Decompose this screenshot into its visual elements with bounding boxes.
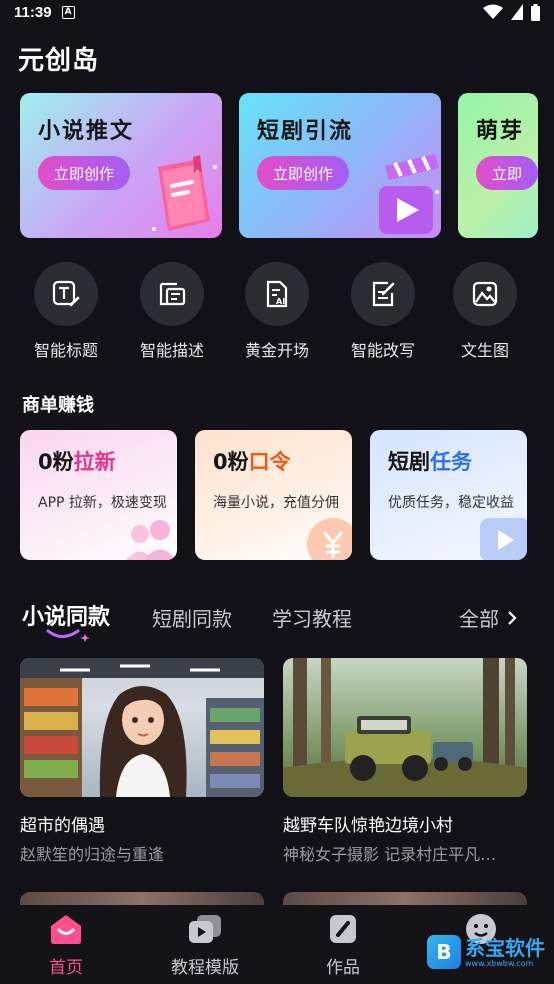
card-title: 越野车队惊艳边境小村: [283, 816, 453, 836]
earn-section-title: 商单赚钱: [22, 395, 94, 416]
supermarket-girl-illustration: [20, 658, 264, 797]
ai-doc-icon: AI: [266, 280, 288, 308]
nav-label: 教程模版: [171, 958, 239, 978]
cellular-icon: [511, 4, 523, 20]
tool-label: 黄金开场: [244, 341, 309, 360]
chevron-right-icon: [508, 610, 517, 625]
card-title: 超市的偶遇: [20, 816, 105, 836]
tool-smart-describe[interactable]: 智能描述: [127, 262, 217, 361]
svg-text:AI: AI: [276, 297, 285, 306]
app-title: 元创岛: [18, 46, 100, 76]
card-thumbnail: [20, 658, 264, 797]
nav-tutorial-template[interactable]: 教程模版: [155, 913, 255, 978]
tab-tutorials[interactable]: 学习教程: [272, 603, 352, 632]
watermark-text: 系宝软件: [465, 935, 545, 960]
tool-text-to-image[interactable]: 文生图: [440, 262, 530, 361]
rewrite-icon: [372, 281, 395, 307]
play-template-icon: [189, 915, 221, 943]
offroad-convoy-illustration: [283, 658, 527, 797]
nav-label: 作品: [326, 958, 360, 978]
create-now-button[interactable]: 立即创作: [38, 156, 131, 190]
earn-title-prefix: 0粉: [213, 450, 249, 474]
card-subtitle: 赵默笙的归途与重逢: [20, 845, 165, 864]
works-icon: [330, 915, 356, 943]
title-edit-icon: [52, 280, 80, 307]
earn-card-title: 短剧任务: [388, 446, 472, 476]
earn-title-highlight: 任务: [430, 450, 472, 474]
watermark: B 系宝软件 www.xbwbw.com: [427, 935, 545, 969]
describe-icon: [159, 282, 186, 306]
banner-sprout[interactable]: 萌芽 立即: [458, 93, 538, 238]
clapper-play-illustration-icon: [379, 154, 439, 234]
earn-title-prefix: 短剧: [388, 450, 430, 474]
nav-home[interactable]: 首页: [16, 913, 116, 978]
create-now-button[interactable]: 立即: [476, 156, 538, 190]
card-thumbnail: [283, 658, 527, 797]
banner-novel[interactable]: 小说推文 立即创作: [20, 93, 222, 238]
watermark-url: www.xbwbw.com: [465, 958, 534, 968]
tool-smart-title[interactable]: 智能标题: [21, 262, 111, 361]
earn-title-highlight: 拉新: [73, 450, 116, 474]
yuan-coin-icon: [307, 518, 352, 560]
tool-circle: [453, 262, 517, 326]
status-bar: 11:39 A: [0, 0, 554, 24]
watermark-text-group: 系宝软件 www.xbwbw.com: [465, 937, 545, 968]
banner-title: 短剧引流: [257, 119, 354, 144]
earn-card-title: 0粉拉新: [38, 446, 116, 476]
watermark-logo-icon: B: [427, 935, 461, 969]
tool-golden-opening[interactable]: AI 黄金开场: [232, 262, 322, 361]
view-all-link[interactable]: 全部: [459, 603, 517, 632]
earn-title-prefix: 0粉: [38, 450, 74, 474]
active-tab-indicator: [46, 629, 90, 642]
tool-label: 智能描述: [139, 341, 204, 360]
banner-drama[interactable]: 短剧引流 立即创作: [239, 93, 441, 238]
tab-drama-same[interactable]: 短剧同款: [152, 603, 232, 632]
earn-card-desc: 优质任务，稳定收益: [388, 495, 514, 511]
tool-circle: AI: [245, 262, 309, 326]
earn-card-title: 0粉口令: [213, 446, 291, 476]
tool-circle: [140, 262, 204, 326]
content-card[interactable]: 超市的偶遇 赵默笙的归途与重逢: [20, 658, 264, 865]
tab-novel-same[interactable]: 小说同款: [22, 599, 110, 631]
view-all-label: 全部: [459, 607, 499, 631]
earn-card-desc: 海量小说，充值分佣: [213, 495, 339, 511]
tool-label: 智能改写: [350, 341, 415, 360]
earn-card-pull-new[interactable]: 0粉拉新 APP 拉新，极速变现: [20, 430, 177, 560]
nav-label: 首页: [49, 958, 83, 978]
battery-icon: [531, 3, 540, 21]
play-card-icon: [480, 518, 527, 560]
create-now-button[interactable]: 立即创作: [257, 156, 350, 190]
earn-card-password[interactable]: 0粉口令 海量小说，充值分佣: [195, 430, 352, 560]
tool-circle: [351, 262, 415, 326]
book-illustration-icon: [152, 155, 217, 231]
status-time: 11:39: [14, 3, 52, 21]
tool-circle: [34, 262, 98, 326]
earn-title-highlight: 口令: [248, 450, 291, 474]
wifi-icon: [483, 4, 503, 19]
earn-card-drama-task[interactable]: 短剧任务 优质任务，稳定收益: [370, 430, 527, 560]
banner-carousel[interactable]: 小说推文 立即创作 短剧引流 立即创作 萌芽 立即: [20, 93, 554, 239]
tool-label: 智能标题: [33, 341, 98, 360]
banner-title: 萌芽: [476, 119, 525, 144]
tools-row: 智能标题 智能描述 AI 黄金开场 智能改写 文生图: [0, 262, 554, 362]
users-icon: [126, 520, 176, 560]
card-subtitle: 神秘女子摄影 记录村庄平凡…: [283, 845, 497, 864]
tool-label: 文生图: [460, 341, 509, 360]
content-card[interactable]: 越野车队惊艳边境小村 神秘女子摄影 记录村庄平凡…: [283, 658, 527, 865]
notification-a-icon: A: [61, 5, 75, 19]
image-icon: [472, 281, 498, 307]
nav-works[interactable]: 作品: [293, 913, 393, 978]
earn-card-desc: APP 拉新，极速变现: [38, 495, 167, 511]
banner-title: 小说推文: [38, 119, 135, 144]
tool-smart-rewrite[interactable]: 智能改写: [338, 262, 428, 361]
home-icon: [51, 915, 81, 944]
